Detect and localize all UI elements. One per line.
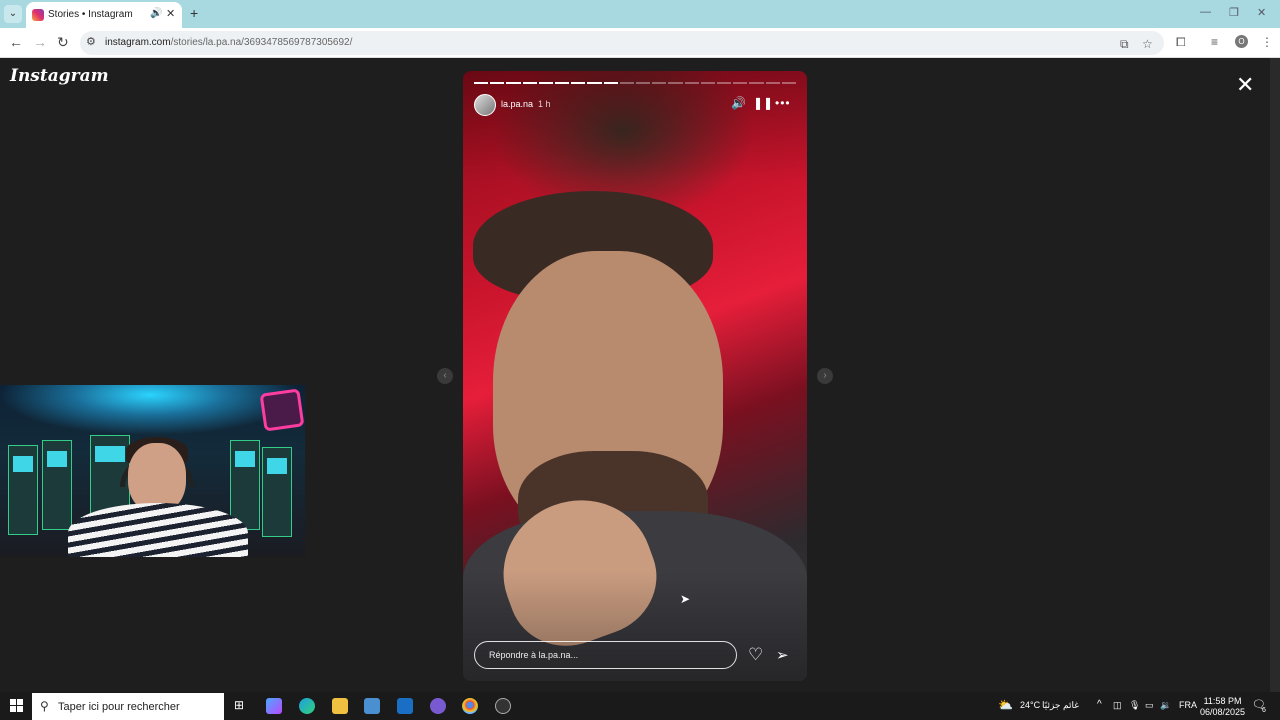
site-info-icon[interactable]: ⚙ — [86, 35, 96, 48]
browser-toolbar: ← → ↻ ⚙ instagram.com/stories/la.pa.na/3… — [0, 28, 1280, 58]
browser-tab-strip: ⌄ Stories • Instagram 🔊 ✕ + — ❐ ✕ — [0, 0, 1280, 28]
instagram-favicon-icon — [32, 9, 44, 21]
story-progress-segment — [684, 82, 699, 84]
story-progress-segment — [765, 82, 780, 84]
windows-start-icon[interactable] — [10, 699, 23, 712]
browser-menu-icon[interactable]: ⋮ — [1261, 35, 1273, 49]
outlook-icon[interactable] — [397, 698, 413, 714]
volume-icon[interactable]: 🔉 — [1160, 700, 1171, 711]
notification-count: 6 — [1262, 707, 1266, 714]
extensions-icon[interactable]: ⧠ — [1176, 35, 1186, 50]
arcade-cabinet — [8, 445, 38, 535]
story-progress-segment — [668, 82, 683, 84]
story-progress-segment — [603, 82, 618, 84]
story-progress-segment — [587, 82, 602, 84]
network-icon[interactable]: ▭ — [1145, 700, 1154, 711]
reply-input[interactable] — [487, 648, 727, 662]
story-time: 1 h — [538, 99, 551, 109]
story-progress-segment — [538, 82, 554, 84]
story-progress-segment — [733, 82, 748, 84]
story-gradient-overlay — [463, 71, 807, 681]
like-heart-icon[interactable]: ♡ — [748, 645, 763, 665]
tab-instagram-stories[interactable]: Stories • Instagram 🔊 ✕ — [26, 2, 182, 28]
media-controls-icon[interactable]: ≡ — [1211, 35, 1218, 49]
story-progress-segment — [522, 82, 537, 84]
minimize-icon[interactable]: — — [1200, 6, 1211, 18]
pause-icon[interactable]: ❚❚ — [753, 96, 773, 110]
app-icon[interactable] — [430, 698, 446, 714]
mouse-cursor-icon: ➤ — [680, 592, 691, 606]
reload-icon[interactable]: ↻ — [57, 34, 69, 51]
forward-icon[interactable]: → — [33, 34, 47, 50]
new-tab-icon[interactable]: + — [190, 5, 198, 21]
story-progress-segment — [571, 82, 586, 84]
tab-title: Stories • Instagram — [48, 9, 133, 20]
clock-time: 11:58 PM — [1203, 696, 1242, 706]
speaker-icon[interactable]: 🔊 — [150, 8, 162, 19]
arcade-cabinet — [262, 447, 292, 537]
tab-close-icon[interactable]: ✕ — [166, 7, 175, 20]
store-icon[interactable] — [364, 698, 380, 714]
arcade-cabinet — [42, 440, 72, 530]
story-progress-segment — [555, 82, 570, 84]
file-explorer-icon[interactable] — [332, 698, 348, 714]
taskbar-clock[interactable]: 11:58 PM 06/08/2025 — [1200, 696, 1245, 718]
streamer-striped-shirt — [68, 503, 248, 557]
story-progress-segment — [619, 82, 635, 84]
address-bar[interactable]: ⚙ instagram.com/stories/la.pa.na/3693478… — [80, 31, 1164, 55]
close-stories-icon[interactable]: ✕ — [1236, 72, 1254, 98]
url-text[interactable]: instagram.com/stories/la.pa.na/369347856… — [105, 37, 352, 48]
tray-overflow-icon[interactable]: ^ — [1097, 699, 1102, 710]
previous-story-icon[interactable]: ‹ — [437, 368, 453, 384]
page-scrollbar[interactable] — [1270, 58, 1280, 692]
weather-icon[interactable]: ⛅ — [998, 698, 1013, 712]
taskbar-search-box[interactable]: ⚲ Taper ici pour rechercher — [32, 693, 224, 720]
taskbar-search-placeholder: Taper ici pour rechercher — [58, 701, 180, 713]
story-progress-segment — [636, 82, 651, 84]
clock-date: 06/08/2025 — [1200, 707, 1246, 717]
restore-icon[interactable]: ❐ — [1229, 6, 1239, 19]
install-app-icon[interactable]: ⧉ — [1120, 37, 1129, 52]
story-progress-segment — [717, 82, 732, 84]
weather-temperature[interactable]: 24°C — [1020, 700, 1040, 710]
next-story-icon[interactable]: › — [817, 368, 833, 384]
instagram-stories-page: Instagram ✕ ‹ › la.pa.na 1 h 🔊 ❚❚ ••• ♡ … — [0, 58, 1270, 692]
tray-app-icon[interactable]: ◫ — [1113, 700, 1122, 711]
story-progress-segment — [474, 82, 489, 84]
instagram-logo[interactable]: Instagram — [10, 66, 109, 86]
story-progress-bar — [474, 82, 797, 84]
story-viewer[interactable]: la.pa.na 1 h 🔊 ❚❚ ••• ♡ ➢ — [463, 71, 807, 681]
back-icon[interactable]: ← — [9, 34, 23, 50]
search-icon: ⚲ — [40, 699, 49, 713]
microphone-icon[interactable]: 🎙 — [1129, 700, 1140, 711]
tab-search-button[interactable]: ⌄ — [4, 5, 22, 23]
chrome-icon[interactable] — [462, 698, 478, 714]
window-close-icon[interactable]: ✕ — [1257, 6, 1266, 19]
bookmark-star-icon[interactable]: ☆ — [1142, 37, 1153, 51]
reply-field[interactable] — [474, 641, 737, 669]
sound-icon[interactable]: 🔊 — [731, 96, 746, 110]
story-progress-segment — [781, 82, 797, 84]
story-progress-segment — [490, 82, 505, 84]
webcam-overlay — [0, 385, 305, 557]
story-username[interactable]: la.pa.na — [501, 99, 533, 109]
copilot-icon[interactable] — [266, 698, 282, 714]
weather-description[interactable]: غائم جزئيًا — [1042, 700, 1079, 711]
task-view-icon[interactable]: ⊞ — [234, 698, 244, 712]
windows-taskbar: ⚲ Taper ici pour rechercher ⊞ ⛅ 24°C غائ… — [0, 692, 1280, 720]
neon-sign — [259, 388, 305, 432]
story-user-avatar[interactable] — [474, 94, 496, 116]
send-icon[interactable]: ➢ — [776, 646, 789, 664]
story-progress-segment — [652, 82, 667, 84]
story-progress-segment — [700, 82, 716, 84]
input-language[interactable]: FRA — [1179, 700, 1197, 710]
profile-avatar[interactable]: O — [1235, 35, 1248, 48]
story-progress-segment — [749, 82, 764, 84]
story-progress-segment — [506, 82, 521, 84]
more-options-icon[interactable]: ••• — [775, 96, 791, 110]
edge-icon[interactable] — [299, 698, 315, 714]
obs-icon[interactable] — [495, 698, 511, 714]
